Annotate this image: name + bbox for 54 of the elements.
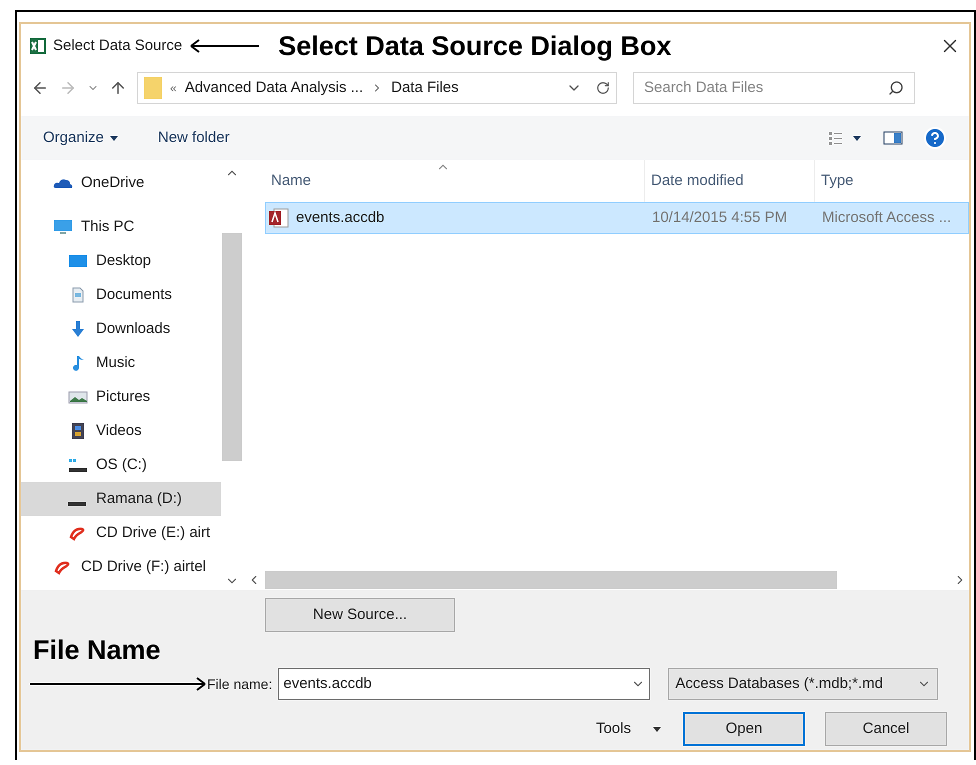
arrow-right-icon: [29, 677, 207, 691]
sidebar-item[interactable]: Downloads: [21, 312, 221, 346]
annotation-label: Select Data Source Dialog Box: [278, 30, 672, 63]
computer-icon: [53, 219, 73, 235]
desktop-icon: [68, 253, 88, 269]
refresh-icon[interactable]: [596, 81, 610, 95]
drive-icon: [68, 502, 86, 506]
search-input: Search Data Files: [644, 76, 888, 100]
database-file-icon: [268, 208, 290, 228]
arrow-left-icon: [190, 39, 260, 53]
sidebar-item[interactable]: Documents: [21, 278, 221, 312]
sidebar-item[interactable]: Ramana (D:): [21, 482, 221, 516]
search-field[interactable]: Search Data Files: [633, 72, 915, 104]
sidebar-item[interactable]: Desktop: [21, 244, 221, 278]
file-type-dropdown[interactable]: Access Databases (*.mdb;*.md: [668, 668, 938, 700]
new-folder-button[interactable]: New folder: [158, 126, 230, 150]
preview-pane-icon[interactable]: [883, 130, 903, 146]
annotation-label: File Name: [33, 634, 162, 666]
dialog-button[interactable]: Cancel: [825, 712, 947, 746]
table-cell-text: Microsoft Access ...: [821, 208, 952, 228]
up-icon[interactable]: [109, 79, 127, 97]
caret-icon: [653, 726, 661, 732]
file-name-label: File name:: [207, 674, 272, 694]
sidebar-item[interactable]: Videos: [21, 414, 221, 448]
address-bar[interactable]: « Advanced Data Analysis ... Data Files: [137, 72, 617, 104]
sidebar-item[interactable]: OneDrive: [21, 166, 221, 200]
tools-button[interactable]: Tools: [596, 718, 661, 740]
organize-button[interactable]: Organize: [43, 126, 118, 150]
sidebar-item[interactable]: This PC: [21, 210, 221, 244]
back-icon[interactable]: [31, 79, 49, 97]
help-icon[interactable]: [923, 126, 947, 150]
sidebar-item[interactable]: Pictures: [21, 380, 221, 414]
table-cell-text: events.accdb: [296, 208, 384, 228]
file-row[interactable]: events.accdb 10/14/2015 4:55 PM Microsoft Access ...: [265, 202, 969, 234]
folder-icon: [144, 77, 162, 99]
file-name-field[interactable]: events.accdb: [278, 668, 650, 700]
table-cell-text: 10/14/2015 4:55 PM: [651, 208, 788, 228]
drive-icon: [68, 457, 88, 473]
window-title: Select Data Source: [53, 36, 182, 56]
overflow-chevron: «: [170, 80, 177, 97]
caret-icon: [110, 136, 118, 140]
breadcrumb-item[interactable]: Data Files: [391, 76, 459, 100]
sidebar-item[interactable]: Music: [21, 346, 221, 380]
spreadsheet-icon: [29, 37, 47, 55]
sidebar-item[interactable]: OS (C:): [21, 448, 221, 482]
breadcrumb-item[interactable]: Advanced Data Analysis ...: [184, 76, 364, 100]
dialog-button[interactable]: Open: [683, 712, 805, 746]
sidebar-item[interactable]: CD Drive (E:) airt: [21, 516, 221, 550]
pictures-icon: [68, 389, 88, 405]
file-name-input[interactable]: events.accdb: [283, 672, 632, 696]
sidebar-item[interactable]: CD Drive (F:) airtel: [21, 550, 221, 584]
new-source-button[interactable]: New Source...: [265, 598, 455, 632]
view-options-icon[interactable]: [829, 130, 863, 146]
search-icon[interactable]: [888, 80, 904, 96]
